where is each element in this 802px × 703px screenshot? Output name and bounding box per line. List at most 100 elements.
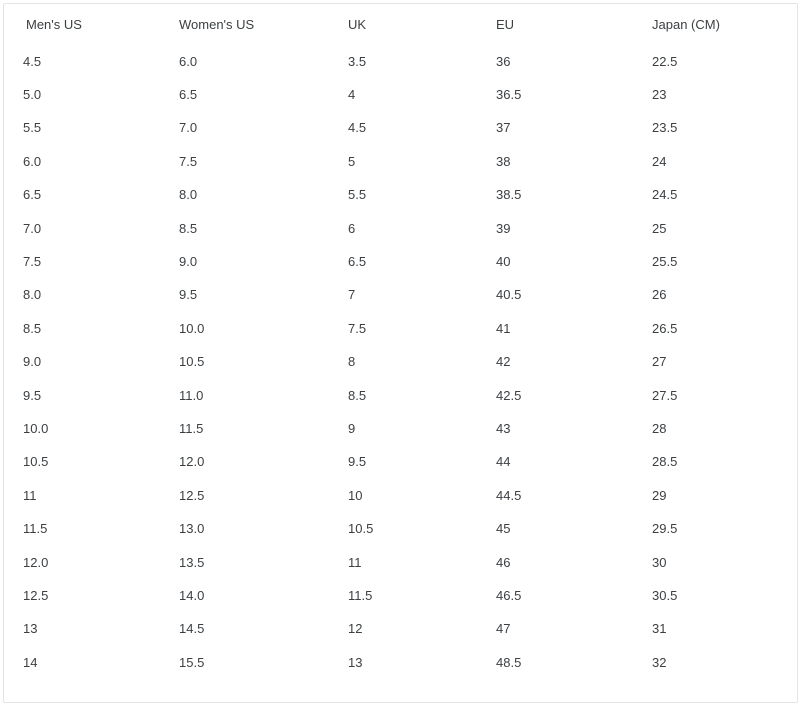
cell-womens: 14.5 — [179, 621, 205, 637]
cell-mens: 7.5 — [23, 254, 42, 270]
cell-uk: 4.5 — [348, 120, 367, 136]
table-row: 10.0 11.5 9 43 28 — [4, 412, 797, 445]
cell-japan: 27.5 — [652, 387, 678, 403]
cell-mens: 11 — [23, 487, 37, 503]
cell-uk: 5 — [348, 153, 356, 169]
cell-japan: 26 — [652, 287, 667, 303]
cell-uk: 8 — [348, 354, 356, 370]
table-row: 6.0 7.5 5 38 24 — [4, 145, 797, 178]
cell-womens: 11.5 — [179, 420, 204, 436]
cell-eu: 46.5 — [496, 587, 522, 603]
size-chart-card: Men's US Women's US UK EU Japan (CM) 4.5 6.0 3… — [3, 3, 798, 703]
cell-mens: 9.0 — [23, 354, 42, 370]
cell-eu: 38.5 — [496, 187, 522, 203]
cell-uk: 13 — [348, 654, 363, 670]
cell-uk: 6.5 — [348, 254, 367, 270]
cell-uk: 5.5 — [348, 187, 367, 203]
cell-japan: 23 — [652, 87, 667, 103]
table-row: 7.5 9.0 6.5 40 25.5 — [4, 245, 797, 278]
cell-mens: 5.0 — [23, 87, 42, 103]
cell-japan: 28.5 — [652, 454, 678, 470]
cell-eu: 42 — [496, 354, 511, 370]
cell-japan: 32 — [652, 654, 667, 670]
cell-japan: 31 — [652, 621, 667, 637]
table-row: 6.5 8.0 5.5 38.5 24.5 — [4, 179, 797, 212]
table-body: 4.5 6.0 3.5 36 22.5 5.0 6.5 4 36.5 23 5.5 7.0 4.5 37 2… — [4, 45, 797, 679]
cell-uk: 8.5 — [348, 387, 367, 403]
cell-mens: 4.5 — [23, 53, 42, 69]
cell-womens: 7.0 — [179, 120, 198, 136]
cell-eu: 37 — [496, 120, 511, 136]
cell-eu: 48.5 — [496, 654, 522, 670]
cell-mens: 8.5 — [23, 320, 42, 336]
cell-womens: 6.5 — [179, 87, 198, 103]
cell-uk: 9.5 — [348, 454, 367, 470]
table-row: 4.5 6.0 3.5 36 22.5 — [4, 45, 797, 78]
column-header-mens: Men's US — [26, 16, 82, 32]
cell-eu: 36.5 — [496, 87, 522, 103]
cell-mens: 11.5 — [23, 521, 48, 537]
cell-eu: 41 — [496, 320, 511, 336]
cell-mens: 12.5 — [23, 587, 49, 603]
column-header-uk: UK — [348, 16, 367, 32]
column-header-womens: Women's US — [179, 16, 255, 32]
cell-japan: 25.5 — [652, 254, 678, 270]
column-header-japan: Japan (CM) — [652, 16, 720, 32]
cell-eu: 42.5 — [496, 387, 522, 403]
table-row: 10.5 12.0 9.5 44 28.5 — [4, 446, 797, 479]
cell-womens: 6.0 — [179, 53, 198, 69]
cell-uk: 11 — [348, 554, 362, 570]
cell-japan: 27 — [652, 354, 667, 370]
cell-womens: 8.0 — [179, 187, 198, 203]
cell-eu: 45 — [496, 521, 511, 537]
cell-japan: 24 — [652, 153, 667, 169]
cell-mens: 8.0 — [23, 287, 42, 303]
size-conversion-table: Men's US Women's US UK EU Japan (CM) 4.5 6.0 3… — [4, 4, 797, 679]
cell-mens: 5.5 — [23, 120, 42, 136]
table-row: 11 12.5 10 44.5 29 — [4, 479, 797, 512]
cell-womens: 14.0 — [179, 587, 205, 603]
cell-uk: 9 — [348, 420, 356, 436]
cell-womens: 7.5 — [179, 153, 198, 169]
table-row: 9.5 11.0 8.5 42.5 27.5 — [4, 379, 797, 412]
cell-uk: 12 — [348, 621, 363, 637]
cell-uk: 4 — [348, 87, 356, 103]
table-row: 12.5 14.0 11.5 46.5 30.5 — [4, 579, 797, 612]
cell-mens: 6.5 — [23, 187, 42, 203]
cell-uk: 7.5 — [348, 320, 367, 336]
cell-mens: 10.0 — [23, 420, 49, 436]
cell-japan: 30.5 — [652, 587, 678, 603]
cell-womens: 13.0 — [179, 521, 205, 537]
cell-womens: 10.5 — [179, 354, 205, 370]
table-row: 12.0 13.5 11 46 30 — [4, 546, 797, 579]
table-header-row: Men's US Women's US UK EU Japan (CM) — [4, 4, 797, 45]
cell-eu: 43 — [496, 420, 511, 436]
cell-japan: 25 — [652, 220, 667, 236]
table-header: Men's US Women's US UK EU Japan (CM) — [4, 4, 797, 45]
cell-womens: 13.5 — [179, 554, 205, 570]
cell-japan: 24.5 — [652, 187, 678, 203]
table-row: 11.5 13.0 10.5 45 29.5 — [4, 512, 797, 545]
cell-japan: 28 — [652, 420, 667, 436]
table-row: 13 14.5 12 47 31 — [4, 613, 797, 646]
cell-womens: 9.0 — [179, 254, 198, 270]
cell-womens: 9.5 — [179, 287, 198, 303]
cell-uk: 6 — [348, 220, 356, 236]
cell-mens: 13 — [23, 621, 38, 637]
cell-japan: 30 — [652, 554, 667, 570]
cell-mens: 14 — [23, 654, 38, 670]
cell-uk: 10 — [348, 487, 363, 503]
cell-womens: 15.5 — [179, 654, 205, 670]
cell-japan: 23.5 — [652, 120, 678, 136]
cell-eu: 44.5 — [496, 487, 522, 503]
table-row: 14 15.5 13 48.5 32 — [4, 646, 797, 679]
cell-womens: 12.0 — [179, 454, 205, 470]
cell-uk: 10.5 — [348, 521, 374, 537]
cell-eu: 47 — [496, 621, 511, 637]
cell-japan: 26.5 — [652, 320, 678, 336]
cell-eu: 38 — [496, 153, 511, 169]
cell-uk: 3.5 — [348, 53, 367, 69]
cell-eu: 36 — [496, 53, 511, 69]
cell-mens: 7.0 — [23, 220, 42, 236]
cell-eu: 40 — [496, 254, 511, 270]
